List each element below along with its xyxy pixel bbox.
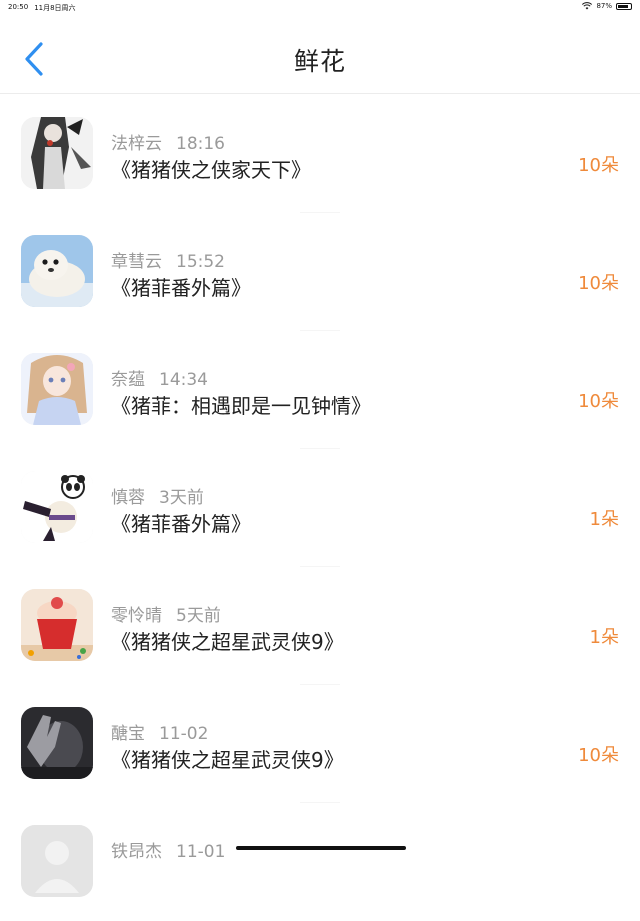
avatar-dark-photo-icon <box>21 707 93 779</box>
sent-time: 18:16 <box>176 134 225 154</box>
sender-name: 零怜晴 <box>111 606 162 626</box>
avatar-cupcake-icon <box>21 589 93 661</box>
sender-line: 章彗云 15:52 <box>111 247 225 272</box>
avatar[interactable] <box>21 353 93 425</box>
book-title[interactable]: 《猪菲番外篇》 <box>111 272 251 301</box>
sender-line: 法梓云 18:16 <box>111 129 225 154</box>
sender-line: 铁昂杰 11-01 <box>111 837 225 862</box>
avatar[interactable] <box>21 589 93 661</box>
nav-bar: 鲜花 <box>0 14 640 94</box>
book-title[interactable]: 《猪菲：相遇即是一见钟情》 <box>111 390 371 419</box>
book-title[interactable]: 《猪猪侠之超星武灵侠9》 <box>111 626 344 655</box>
list-item[interactable]: 慎蓉 3天前 《猪菲番外篇》 1朵 <box>0 449 640 567</box>
flower-count: 1朵 <box>589 509 619 530</box>
flower-count: 10朵 <box>578 155 619 176</box>
sender-name: 奈蕴 <box>111 370 145 390</box>
flower-count: 10朵 <box>578 745 619 766</box>
list-item[interactable]: 零怜晴 5天前 《猪猪侠之超星武灵侠9》 1朵 <box>0 567 640 685</box>
sender-line: 慎蓉 3天前 <box>111 483 204 508</box>
sent-time: 5天前 <box>176 606 221 626</box>
sender-line: 醣宝 11-02 <box>111 719 208 744</box>
avatar[interactable] <box>21 235 93 307</box>
sender-name: 法梓云 <box>111 134 162 154</box>
sender-line: 奈蕴 14:34 <box>111 365 208 390</box>
avatar-seal-icon <box>21 235 93 307</box>
book-title[interactable]: 《猪菲番外篇》 <box>111 508 251 537</box>
wifi-icon <box>582 2 593 10</box>
battery-percent: 87% <box>596 2 612 10</box>
book-title[interactable]: 《猪猪侠之侠家天下》 <box>111 154 311 183</box>
avatar-panda-icon <box>21 471 93 543</box>
sender-name: 醣宝 <box>111 724 145 744</box>
sent-time: 3天前 <box>159 488 204 508</box>
flower-list[interactable]: 法梓云 18:16 《猪猪侠之侠家天下》 10朵 章彗云 15:52 《猪菲番外篇》… <box>0 95 640 921</box>
status-left: 20:50 11月8日周六 <box>8 3 76 13</box>
avatar-anime-girl-bw-icon <box>21 117 93 189</box>
home-indicator[interactable] <box>236 846 406 850</box>
status-date: 11月8日周六 <box>34 4 76 12</box>
list-item[interactable]: 醣宝 11-02 《猪猪侠之超星武灵侠9》 10朵 <box>0 685 640 803</box>
status-bar: 20:50 11月8日周六 87% <box>0 0 640 14</box>
sent-time: 14:34 <box>159 370 208 390</box>
list-item[interactable]: 章彗云 15:52 《猪菲番外篇》 10朵 <box>0 213 640 331</box>
avatar-anime-girl-color-icon <box>21 353 93 425</box>
sender-name: 铁昂杰 <box>111 842 162 862</box>
sent-time: 11-02 <box>159 724 209 744</box>
list-item[interactable]: 法梓云 18:16 《猪猪侠之侠家天下》 10朵 <box>0 95 640 213</box>
sender-line: 零怜晴 5天前 <box>111 601 221 626</box>
flower-count: 10朵 <box>578 273 619 294</box>
avatar[interactable] <box>21 825 93 897</box>
sender-name: 慎蓉 <box>111 488 145 508</box>
status-right: 87% <box>582 2 632 10</box>
avatar[interactable] <box>21 707 93 779</box>
list-item[interactable]: 铁昂杰 11-01 <box>0 803 640 921</box>
page-title: 鲜花 <box>293 47 346 76</box>
status-time: 20:50 <box>8 3 29 11</box>
flower-count: 1朵 <box>589 627 619 648</box>
avatar-default-icon <box>21 825 93 897</box>
sent-time: 15:52 <box>176 252 225 272</box>
book-title[interactable]: 《猪猪侠之超星武灵侠9》 <box>111 744 344 773</box>
avatar[interactable] <box>21 117 93 189</box>
sender-name: 章彗云 <box>111 252 162 272</box>
avatar[interactable] <box>21 471 93 543</box>
flower-count: 10朵 <box>578 391 619 412</box>
battery-icon <box>616 2 632 10</box>
sent-time: 11-01 <box>176 842 226 862</box>
battery-fill <box>618 4 629 8</box>
list-item[interactable]: 奈蕴 14:34 《猪菲：相遇即是一见钟情》 10朵 <box>0 331 640 449</box>
